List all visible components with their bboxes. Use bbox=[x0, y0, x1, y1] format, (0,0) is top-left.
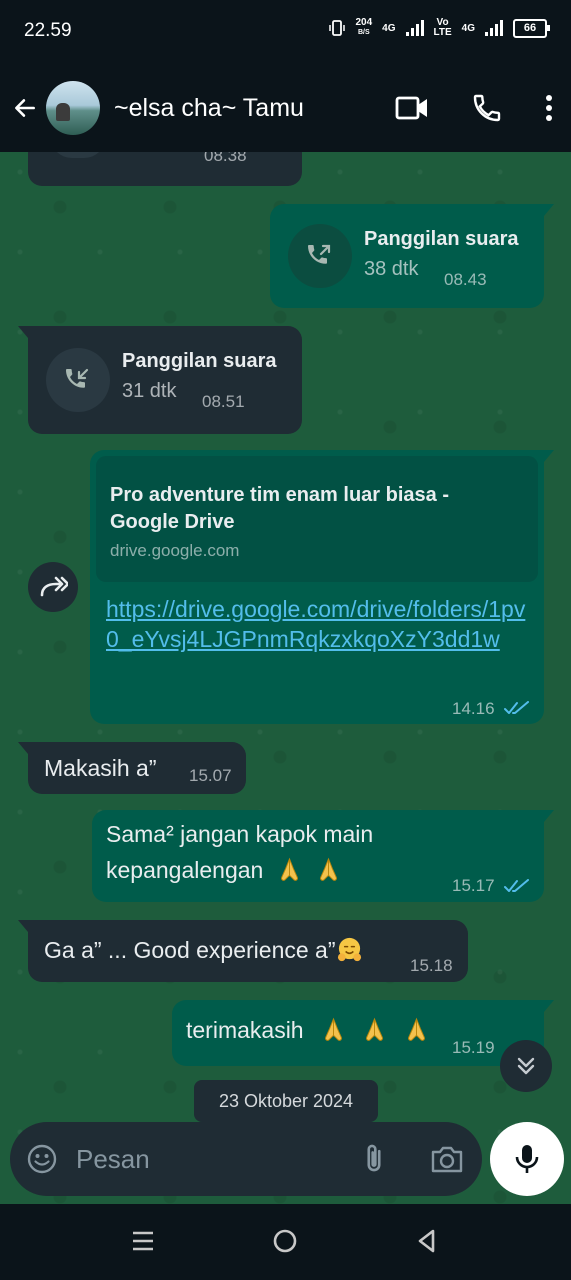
net-speed: 204 B/S bbox=[355, 18, 372, 38]
link-preview-domain: drive.google.com bbox=[110, 541, 240, 560]
message-text-line2-text: kepangalengan bbox=[106, 857, 264, 883]
call-icon-circle bbox=[288, 224, 352, 288]
message-text-content: Ga a” ... Good experience a” bbox=[44, 937, 336, 963]
message-text-line2: kepangalengan bbox=[106, 852, 342, 888]
nav-back-icon[interactable] bbox=[414, 1228, 440, 1254]
message-bubble-in[interactable]: Makasih a” 15.07 bbox=[18, 742, 246, 794]
date-separator: 23 Oktober 2024 bbox=[194, 1080, 378, 1122]
double-check-icon bbox=[504, 701, 529, 714]
message-input-placeholder[interactable]: Pesan bbox=[76, 1144, 150, 1175]
contact-name[interactable]: ~elsa cha~ Tamu bbox=[114, 94, 304, 123]
link-preview-title: Pro adventure tim enam luar biasa - Goog… bbox=[110, 484, 449, 533]
back-arrow-icon[interactable] bbox=[12, 95, 38, 121]
battery-icon: 66 bbox=[513, 18, 550, 38]
folded-hands-emoji bbox=[280, 857, 298, 881]
folded-hands-emoji bbox=[320, 857, 338, 881]
message-text-line1: Sama² jangan kapok main bbox=[106, 821, 374, 847]
message-bubble-out[interactable]: terimakasih 15.19 bbox=[172, 1000, 554, 1066]
call-duration: 31 dtk bbox=[122, 380, 177, 402]
scroll-to-bottom-button[interactable] bbox=[500, 1040, 552, 1092]
chat-header: ~elsa cha~ Tamu bbox=[0, 64, 571, 152]
status-icons: 204 B/S 4G Vo LTE 4G 66 bbox=[329, 18, 550, 38]
call-bubble-incoming[interactable]: Panggilan suara 31 dtk 08.51 bbox=[18, 326, 302, 434]
message-bubble-partial[interactable]: 08.38 bbox=[28, 152, 302, 186]
forward-icon bbox=[40, 576, 68, 597]
signal-icon-1 bbox=[405, 20, 424, 36]
message-text: Makasih a” bbox=[44, 755, 157, 781]
chat-area[interactable]: 08.38 Panggilan suara 38 dtk 08.43 Pangg… bbox=[0, 152, 571, 1204]
network-label-1: 4G bbox=[382, 22, 396, 34]
avatar[interactable] bbox=[46, 81, 100, 135]
double-check-icon bbox=[504, 879, 529, 892]
message-time: 15.19 bbox=[452, 1038, 495, 1057]
phone-icon[interactable] bbox=[471, 92, 503, 124]
signal-icon-2 bbox=[485, 20, 503, 36]
folded-hands-emoji bbox=[325, 1017, 342, 1041]
call-title: Panggilan suara bbox=[122, 350, 277, 372]
status-bar: 22.59 204 B/S 4G Vo LTE 4G 66 bbox=[0, 0, 571, 64]
volte-label: Vo LTE bbox=[434, 18, 452, 38]
message-bubble-out[interactable]: Sama² jangan kapok main kepangalengan 15… bbox=[92, 810, 554, 902]
folded-hands-emoji bbox=[366, 1017, 384, 1041]
link-preview-card[interactable]: Pro adventure tim enam luar biasa - Goog… bbox=[96, 456, 538, 582]
message-time: 15.07 bbox=[189, 766, 232, 785]
emoji-icon[interactable] bbox=[26, 1143, 58, 1175]
link-url[interactable]: https://drive.google.com/drive/folders/1… bbox=[106, 594, 536, 654]
message-input-bar[interactable]: Pesan bbox=[10, 1122, 482, 1196]
outgoing-call-icon bbox=[308, 244, 331, 264]
volte-bottom: LTE bbox=[433, 27, 452, 38]
voice-record-button[interactable] bbox=[490, 1122, 564, 1196]
call-title: Panggilan suara bbox=[364, 228, 519, 250]
message-text: terimakasih bbox=[186, 1012, 430, 1048]
net-speed-value: 204 bbox=[355, 17, 373, 28]
video-call-icon[interactable] bbox=[395, 93, 429, 123]
more-vert-icon[interactable] bbox=[545, 94, 553, 122]
nav-menu-icon[interactable] bbox=[130, 1228, 156, 1254]
network-label-2: 4G bbox=[461, 22, 475, 34]
folded-hands-emoji bbox=[407, 1017, 425, 1041]
message-bubble-in[interactable]: Ga a” ... Good experience a” 15.18 bbox=[18, 920, 468, 982]
call-icon-circle bbox=[46, 348, 110, 412]
call-bubble-outgoing[interactable]: Panggilan suara 38 dtk 08.43 bbox=[270, 204, 554, 308]
mic-icon bbox=[515, 1145, 539, 1173]
message-text: Ga a” ... Good experience a” bbox=[44, 932, 363, 968]
message-time: 08.51 bbox=[202, 392, 245, 411]
message-text-content: terimakasih bbox=[186, 1017, 304, 1043]
battery-level: 66 bbox=[523, 22, 537, 34]
camera-icon[interactable] bbox=[430, 1144, 464, 1174]
forward-button[interactable] bbox=[28, 562, 78, 612]
message-time: 14.16 bbox=[452, 699, 495, 718]
header-actions bbox=[395, 92, 553, 124]
net-speed-unit: B/S bbox=[357, 29, 370, 36]
attach-icon[interactable] bbox=[358, 1142, 390, 1176]
call-duration: 38 dtk bbox=[364, 258, 419, 280]
message-time: 15.17 bbox=[452, 876, 495, 895]
chevron-double-down-icon bbox=[517, 1057, 535, 1075]
message-time: 08.43 bbox=[444, 270, 487, 289]
call-icon-partial bbox=[50, 152, 106, 158]
incoming-call-icon bbox=[66, 368, 89, 388]
status-time: 22.59 bbox=[24, 20, 72, 41]
hugging-face-emoji bbox=[337, 937, 361, 962]
system-nav-bar bbox=[0, 1204, 571, 1280]
message-time: 08.38 bbox=[204, 152, 247, 165]
vibrate-icon bbox=[329, 20, 346, 36]
message-time: 15.18 bbox=[410, 956, 453, 975]
nav-home-icon[interactable] bbox=[272, 1228, 298, 1254]
